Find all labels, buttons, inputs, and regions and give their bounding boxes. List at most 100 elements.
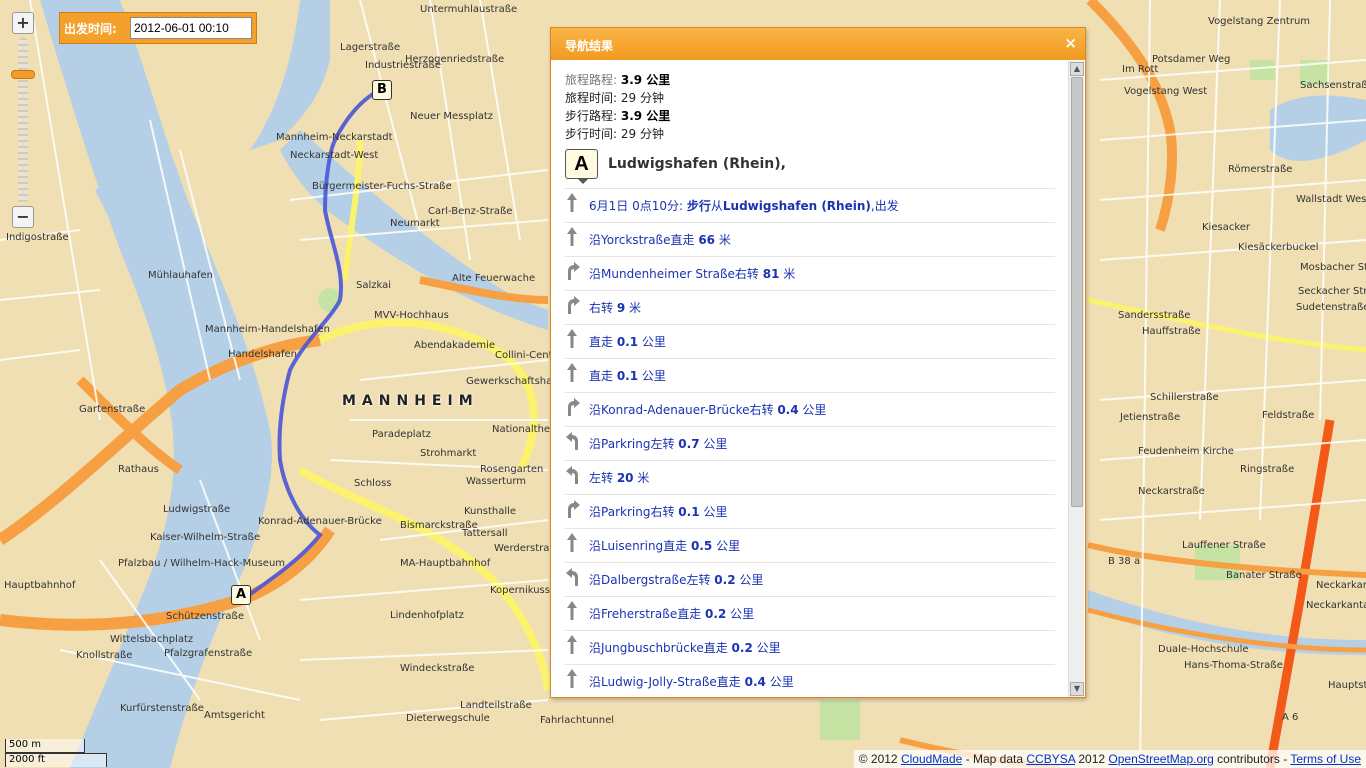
step-mid: 直走 (663, 539, 691, 553)
step-post: 公里 (726, 607, 755, 621)
step-text: 沿Parkring左转 0.7 公里 (589, 435, 727, 452)
summary-route-value: 3.9 公里 (620, 73, 671, 87)
map-label: Wittelsbachplatz (110, 634, 194, 645)
step-em: 0.1 (616, 335, 639, 349)
cloudmade-link[interactable]: CloudMade (901, 752, 962, 766)
route-end-marker[interactable]: B (372, 80, 392, 100)
step-post: 米 (779, 267, 796, 281)
origin-row: A Ludwigshafen (Rhein), (565, 143, 1055, 189)
direction-step[interactable]: 沿Konrad-Adenauer-Brücke右转 0.4 公里 (565, 393, 1055, 427)
map-label: Amtsgericht (204, 710, 265, 721)
direction-step[interactable]: 沿Luisenring直走 0.5 公里 (565, 529, 1055, 563)
terms-link[interactable]: Terms of Use (1290, 752, 1361, 766)
step-em: 0.1 (616, 369, 639, 383)
direction-step[interactable]: 沿Yorckstraße直走 66 米 (565, 223, 1055, 257)
direction-step[interactable]: 沿Freherstraße直走 0.2 公里 (565, 597, 1055, 631)
step-em: 0.4 (777, 403, 799, 417)
zoom-slider-handle[interactable] (11, 70, 35, 79)
panel-title: 导航结果 (565, 39, 614, 53)
zoom-in-button[interactable]: + (12, 12, 34, 34)
panel-body[interactable]: 旅程路程: 3.9 公里 旅程时间: 29 分钟 步行路程: 3.9 公里 步行… (551, 61, 1069, 697)
step-mid: 直走 (677, 607, 706, 621)
scroll-up-icon[interactable]: ▲ (1070, 62, 1084, 76)
direction-step[interactable]: 左转 20 米 (565, 461, 1055, 495)
route-summary: 旅程路程: 3.9 公里 旅程时间: 29 分钟 步行路程: 3.9 公里 步行… (565, 71, 1055, 143)
map-label: Schloss (354, 478, 392, 489)
step-text: 右转 9 米 (589, 299, 641, 316)
direction-step[interactable]: 沿Jungbuschbrücke直走 0.2 公里 (565, 631, 1055, 665)
step-em: 20 (616, 471, 634, 485)
zoom-slider-track[interactable] (18, 38, 28, 204)
step-text: 沿Luisenring直走 0.5 公里 (589, 537, 740, 554)
step-post: 公里 (735, 573, 764, 587)
step-pre: 沿 (589, 505, 602, 519)
turn-right-icon (565, 497, 589, 527)
straight-arrow-icon (565, 667, 589, 697)
step-name: Dalbergstraße (601, 573, 687, 587)
turn-right-icon (565, 293, 589, 323)
direction-step[interactable]: 沿Dalbergstraße左转 0.2 公里 (565, 563, 1055, 597)
direction-step[interactable]: 直走 0.1 公里 (565, 359, 1055, 393)
summary-walk: 步行路程: 3.9 公里 (565, 107, 1055, 125)
map-label: Paradeplatz (372, 429, 431, 440)
step-mid: 右转 (749, 403, 778, 417)
panel-scrollbar[interactable]: ▲ ▼ (1068, 61, 1084, 697)
map-label: Neuer Messplatz (410, 111, 494, 122)
route-end-label: B (377, 82, 387, 97)
step-post: ,出发 (870, 199, 899, 213)
map-label: Kiesäckerbuckel (1238, 242, 1319, 253)
close-icon[interactable]: × (1064, 34, 1077, 52)
turn-right-icon (565, 259, 589, 289)
attrib-year: 2012 (1075, 752, 1109, 766)
map-label: Bürgermeister-Fuchs-Straße (312, 181, 452, 192)
turn-right-icon (565, 395, 589, 425)
map-label: Rathaus (118, 464, 159, 475)
map-label: Neumarkt (390, 218, 440, 229)
map-label: Mühlauhafen (148, 270, 214, 281)
summary-walk-label: 步行路程: (565, 109, 618, 123)
scale-metric: 500 m (5, 739, 85, 753)
map-label: Kiesacker (1202, 222, 1251, 233)
summary-route: 旅程路程: 3.9 公里 (565, 71, 1055, 89)
step-pre: 沿 (589, 573, 602, 587)
zoom-out-button[interactable]: − (12, 206, 34, 228)
step-text: 沿Ludwig-Jolly-Straße直走 0.4 公里 (589, 673, 794, 690)
direction-step[interactable]: 右转 9 米 (565, 291, 1055, 325)
scroll-thumb[interactable] (1071, 77, 1083, 507)
map-label: Neckarkanal (1316, 580, 1366, 591)
scale-imperial: 2000 ft (5, 753, 107, 767)
map-label: Hans-Thoma-Straße (1184, 660, 1283, 671)
osm-link[interactable]: OpenStreetMap.org (1108, 752, 1213, 766)
direction-step[interactable]: 沿Parkring右转 0.1 公里 (565, 495, 1055, 529)
step-post: 米 (633, 471, 650, 485)
map-label: Mannheim-Handelshafen (205, 324, 330, 335)
step-name: Ludwig-Jolly-Straße (601, 675, 717, 689)
step-post: 公里 (638, 369, 666, 383)
map-label: Rosengarten (480, 464, 544, 475)
departure-time-input[interactable] (130, 17, 252, 39)
direction-step[interactable]: 6月1日 0点10分: 步行从Ludwigshafen (Rhein),出发 (565, 189, 1055, 223)
ccbysa-link[interactable]: CCBYSA (1026, 752, 1075, 766)
scroll-down-icon[interactable]: ▼ (1070, 682, 1084, 696)
map-label: Mannheim-Neckarstadt (276, 132, 393, 143)
step-em: 步行 (686, 199, 711, 213)
map-label: Knollstraße (76, 650, 133, 661)
map-label: Hauptstraße (1328, 680, 1366, 691)
origin-name: Ludwigshafen (Rhein), (608, 156, 786, 172)
direction-step[interactable]: 直走 0.1 公里 (565, 325, 1055, 359)
step-mid: 左转 (589, 471, 617, 485)
route-start-marker[interactable]: A (231, 585, 251, 605)
step-text: 沿Parkring右转 0.1 公里 (589, 503, 727, 520)
direction-step[interactable]: 沿Ludwig-Jolly-Straße直走 0.4 公里 (565, 665, 1055, 697)
map-label: MVV-Hochhaus (374, 310, 449, 321)
map-label: MA-Hauptbahnhof (400, 558, 491, 569)
map-label: Neckarkanta (1306, 600, 1366, 611)
step-name: Yorckstraße (601, 233, 671, 247)
map-label: Landteilstraße (460, 700, 532, 711)
map-label: Fahrlachtunnel (540, 715, 615, 726)
step-text: 直走 0.1 公里 (589, 367, 666, 384)
direction-step[interactable]: 沿Mundenheimer Straße右转 81 米 (565, 257, 1055, 291)
map-label: Salzkai (356, 280, 392, 291)
direction-step[interactable]: 沿Parkring左转 0.7 公里 (565, 427, 1055, 461)
map-label: Duale-Hochschule (1158, 644, 1249, 655)
